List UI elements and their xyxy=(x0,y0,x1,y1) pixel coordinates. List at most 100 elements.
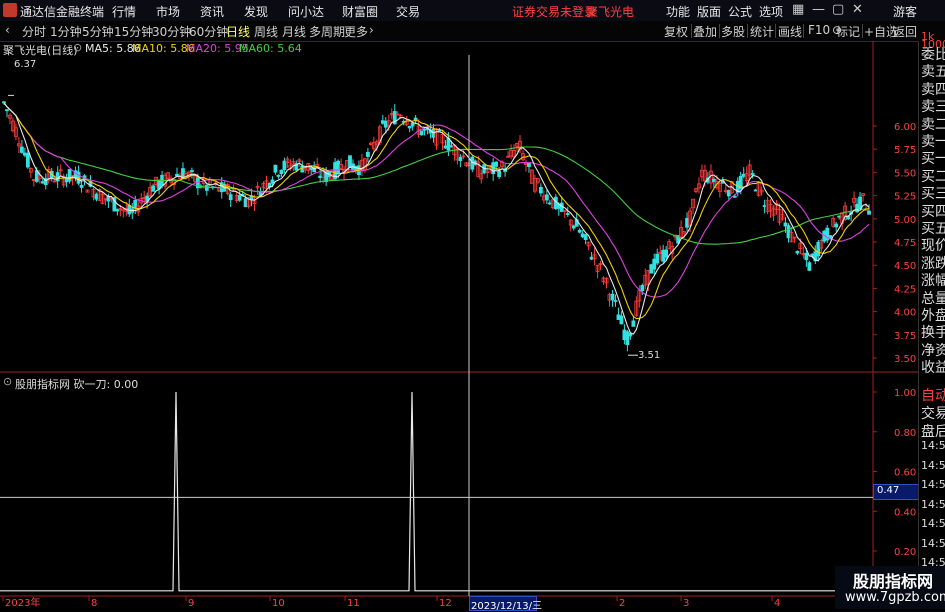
period-tab-intraday[interactable]: 分时 xyxy=(22,23,46,40)
menu-item-news[interactable]: 资讯 xyxy=(200,3,224,20)
menu-item-layout[interactable]: 版面 xyxy=(697,3,721,20)
skin-icon[interactable]: ▦ xyxy=(792,2,804,17)
candle-body xyxy=(157,180,162,190)
period-tab-monthly[interactable]: 月线 xyxy=(282,23,306,40)
candle-body xyxy=(476,161,481,178)
candle-body xyxy=(25,153,30,168)
tool-overlay-button[interactable]: 叠加 xyxy=(693,23,717,40)
candle-body xyxy=(434,128,439,146)
candle-body xyxy=(195,177,200,189)
candle-body xyxy=(682,231,686,234)
menu-item-trade[interactable]: 交易 xyxy=(396,3,420,20)
candle-body xyxy=(583,234,588,241)
candle-body xyxy=(315,164,320,168)
menu-item-quotes[interactable]: 行情 xyxy=(112,3,136,20)
ma5-line xyxy=(3,102,870,335)
chart-frame xyxy=(0,41,918,597)
menu-item-market[interactable]: 市场 xyxy=(156,3,180,20)
candle-body xyxy=(297,159,302,162)
candle-body xyxy=(786,225,791,239)
candle-body xyxy=(49,170,54,179)
candle-body xyxy=(789,231,794,243)
cursor-date: 2023/12/13/三 xyxy=(471,601,543,612)
candle-body xyxy=(398,115,403,118)
candle-body xyxy=(360,159,364,172)
maximize-icon[interactable]: ▢ xyxy=(832,2,844,17)
menu-item-options[interactable]: 选项 xyxy=(759,3,783,20)
menu-item-wealth[interactable]: 财富圈 xyxy=(342,3,378,20)
candle-body xyxy=(327,171,332,178)
watermark: 股朋指标网 www.7gpzb.com xyxy=(835,566,945,609)
candle-body xyxy=(679,226,683,238)
tool-multi-stock-button[interactable]: 多股 xyxy=(721,23,745,40)
collapse-icon[interactable]: ⊙ xyxy=(3,375,12,388)
candle-body xyxy=(172,179,176,185)
candle-body xyxy=(351,163,355,170)
candle-body xyxy=(404,120,409,126)
candle-body xyxy=(658,251,663,254)
candle-body xyxy=(127,205,132,215)
candle-body xyxy=(413,117,418,121)
period-tab-15min[interactable]: 15分钟 xyxy=(114,23,153,40)
candle-body xyxy=(428,129,433,134)
candle-body xyxy=(538,187,543,194)
menu-item-formula[interactable]: 公式 xyxy=(728,3,752,20)
candle-body xyxy=(834,223,839,228)
login-warning[interactable]: 证券交易未登录 xyxy=(512,3,596,20)
tool-f10-button[interactable]: F10 xyxy=(808,23,830,37)
indicator-tick-label: 0.60 xyxy=(894,468,916,479)
candle-body xyxy=(154,176,159,186)
candle-body xyxy=(446,137,451,151)
period-tab-daily[interactable]: 日线 xyxy=(226,23,250,40)
watermark-url: www.7gpzb.com xyxy=(845,590,945,605)
tool-stats-button[interactable]: 统计 xyxy=(750,23,774,40)
candle-body xyxy=(792,236,797,239)
candle-body xyxy=(556,203,561,209)
candle-body xyxy=(691,198,695,209)
candle-body xyxy=(163,174,167,187)
guest-label[interactable]: 游客 xyxy=(893,3,917,20)
candle-body xyxy=(494,161,499,167)
candle-body xyxy=(228,194,233,201)
candle-body xyxy=(22,152,27,156)
indicator-tick-label: 0.80 xyxy=(894,428,916,439)
period-tab-60min[interactable]: 60分钟 xyxy=(189,23,228,40)
candle-body xyxy=(732,195,737,198)
menu-item-function[interactable]: 功能 xyxy=(666,3,690,20)
minimize-icon[interactable]: — xyxy=(812,2,825,17)
candle-body xyxy=(550,199,555,209)
candle-body xyxy=(458,156,463,161)
candle-body xyxy=(401,120,406,123)
candle-body xyxy=(598,263,603,266)
candle-body xyxy=(437,129,442,132)
candle-body xyxy=(377,126,382,144)
candle-body xyxy=(714,181,719,189)
candle-body xyxy=(354,165,358,171)
menu-item-ask[interactable]: 问小达 xyxy=(288,3,324,20)
candle-body xyxy=(512,150,516,158)
side-item: 盘后 xyxy=(921,424,945,440)
candle-body xyxy=(416,125,421,135)
back-button[interactable]: 返回 xyxy=(893,23,917,40)
period-tab-more[interactable]: 更多 xyxy=(344,23,368,40)
close-icon[interactable]: ✕ xyxy=(852,2,863,17)
period-tab-multi[interactable]: 多周期 xyxy=(309,23,345,40)
tool-draw-button[interactable]: 画线 xyxy=(778,23,802,40)
candle-body xyxy=(518,140,522,151)
period-tab-5min[interactable]: 5分钟 xyxy=(82,23,114,40)
candle-body xyxy=(717,183,722,192)
period-tab-30min[interactable]: 30分钟 xyxy=(152,23,191,40)
period-tab-1min[interactable]: 1分钟 xyxy=(50,23,82,40)
candle-body xyxy=(46,169,51,181)
menu-item-discover[interactable]: 发现 xyxy=(244,3,268,20)
candle-body xyxy=(637,290,642,302)
period-tab-weekly[interactable]: 周线 xyxy=(254,23,278,40)
collapse-icon[interactable]: ⊙ xyxy=(73,41,82,54)
tool-mark-button[interactable]: 标记 xyxy=(836,23,860,40)
tool-adjust-button[interactable]: 复权 xyxy=(664,23,688,40)
chevron-right-icon[interactable]: › xyxy=(369,23,374,37)
candle-body xyxy=(213,182,218,185)
candle-body xyxy=(586,241,591,247)
chevron-left-icon[interactable]: ‹ xyxy=(5,23,10,37)
stock-chart-label: 聚飞光电(日线) xyxy=(3,44,78,57)
